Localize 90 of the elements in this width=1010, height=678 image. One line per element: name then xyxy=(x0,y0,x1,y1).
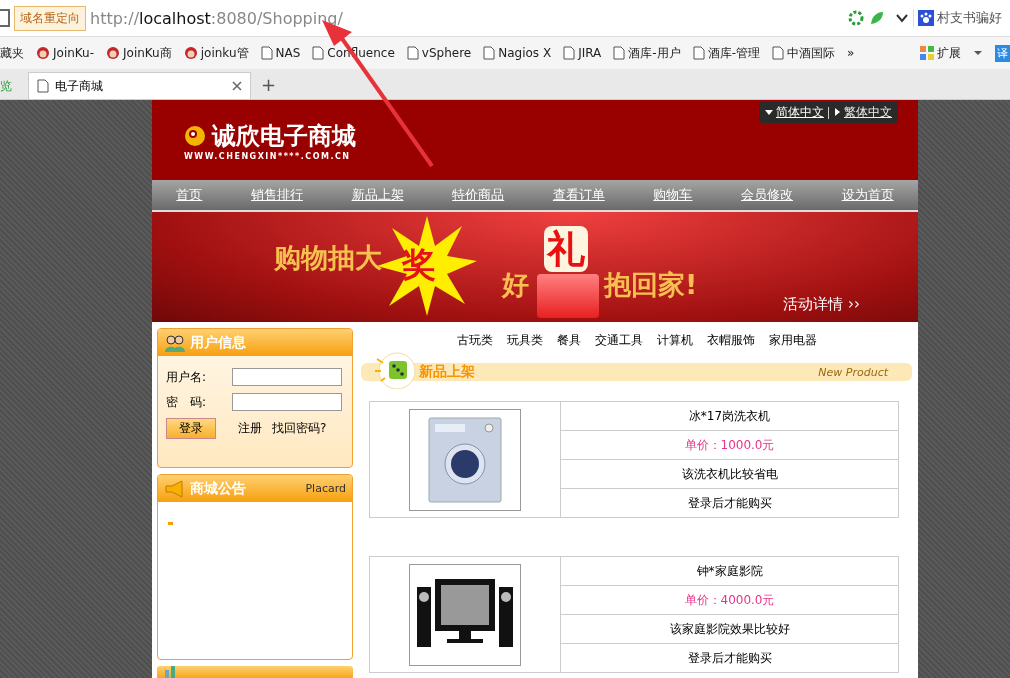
bookmark-item[interactable]: 酒库-管理 xyxy=(692,44,760,62)
bookmark-item[interactable]: Nagios X xyxy=(483,46,552,60)
panel-title: 用户信息 xyxy=(190,333,246,352)
washing-machine-icon xyxy=(427,415,503,504)
extensions-button[interactable]: 扩展 xyxy=(920,44,961,62)
section-subtitle: New Product xyxy=(818,365,888,379)
register-link[interactable]: 注册 xyxy=(238,420,262,437)
category-link[interactable]: 餐具 xyxy=(556,332,581,349)
page-icon xyxy=(406,46,419,60)
paw-icon xyxy=(918,10,934,26)
grid-icon xyxy=(920,46,934,60)
page-icon xyxy=(37,79,49,93)
url-text: http://localhost:8080/Shopping/ xyxy=(90,8,344,28)
nav-link[interactable]: 设为首页 xyxy=(841,186,894,204)
translate-button[interactable]: 译 xyxy=(995,44,1010,62)
nav-link[interactable]: 查看订单 xyxy=(552,186,605,204)
page-icon xyxy=(771,46,784,60)
caret-right-icon xyxy=(833,108,841,116)
page-icon xyxy=(613,46,626,60)
bookmark-item[interactable]: JIRA xyxy=(563,46,602,60)
nav-link[interactable]: 会员修改 xyxy=(741,186,794,204)
details-link[interactable]: 活动详情 ›› xyxy=(783,295,860,314)
product-price: 单价：1000.0元 xyxy=(560,430,899,460)
bullet-icon xyxy=(168,522,173,525)
leaf-icon[interactable] xyxy=(869,10,885,26)
forgot-password-link[interactable]: 找回密码? xyxy=(272,420,327,437)
more-bookmarks[interactable]: » xyxy=(846,46,855,60)
bookmark-item[interactable]: joinku管 xyxy=(183,44,249,62)
language-link[interactable]: 简体中文 xyxy=(765,104,824,121)
site-logo: 诚欣电子商城 xyxy=(212,121,356,152)
bookmark-item[interactable]: 中酒国际 xyxy=(771,44,835,62)
category-link[interactable]: 古玩类 xyxy=(456,332,493,349)
category-link[interactable]: 玩具类 xyxy=(506,332,543,349)
login-button[interactable]: 登录 xyxy=(166,418,216,439)
bookmark-item[interactable]: NAS xyxy=(260,46,301,60)
category-link[interactable]: 衣帽服饰 xyxy=(706,332,755,349)
language-link[interactable]: 繁体中文 xyxy=(833,104,892,121)
product-price: 单价：4000.0元 xyxy=(560,585,899,615)
bookmark-item[interactable]: JoinKu- xyxy=(36,46,95,60)
new-tab-button[interactable]: + xyxy=(255,73,283,95)
panel-title: 商城公告 xyxy=(190,479,246,498)
gift-box xyxy=(537,274,599,318)
bookmark-item[interactable]: vSphere xyxy=(406,46,472,60)
caret-icon[interactable] xyxy=(973,49,983,57)
username-field[interactable] xyxy=(232,368,342,386)
monkey-icon xyxy=(183,46,198,60)
bookmark-item[interactable]: 酒库-用户 xyxy=(613,44,681,62)
redirect-badge: 域名重定向 xyxy=(14,5,86,31)
nav-link[interactable]: 销售排行 xyxy=(250,186,303,204)
purchase-note: 登录后才能购买 xyxy=(560,488,899,518)
banner-text: 好 xyxy=(502,268,529,302)
page-icon xyxy=(692,46,705,60)
browser-tab[interactable]: 电子商城 xyxy=(28,72,251,99)
search-field[interactable]: 村支书骗好 xyxy=(913,9,1010,27)
refresh-icon[interactable] xyxy=(848,10,864,26)
category-link[interactable]: 计算机 xyxy=(656,332,693,349)
product-name: 钟*家庭影院 xyxy=(560,556,899,586)
megaphone-icon xyxy=(164,479,186,498)
field-label: 用户名: xyxy=(166,368,208,386)
page-icon xyxy=(312,46,325,60)
product-image[interactable] xyxy=(409,563,521,666)
address-bar[interactable]: http://localhost:8080/Shopping/ xyxy=(90,3,891,33)
nav-link[interactable]: 首页 xyxy=(176,186,203,204)
product-name: 冰*17岗洗衣机 xyxy=(560,401,899,431)
category-link[interactable]: 交通工具 xyxy=(594,332,643,349)
nav-link[interactable]: 购物车 xyxy=(653,186,693,204)
panel-subtitle: Placard xyxy=(305,482,346,495)
product-image[interactable] xyxy=(409,408,521,511)
site-url: WWW.CHENGXIN****.COM.CN xyxy=(184,152,352,161)
nav-link[interactable]: 特价商品 xyxy=(452,186,505,204)
users-icon xyxy=(164,333,186,352)
banner-gift-word: 礼 xyxy=(544,226,588,272)
category-link[interactable]: 家用电器 xyxy=(768,332,817,349)
field-label: 密 码: xyxy=(166,393,208,411)
product-description: 该家庭影院效果比较好 xyxy=(560,614,899,644)
banner-text: 抱回家! xyxy=(604,268,698,302)
section-title: 新品上架 xyxy=(419,363,475,381)
purchase-note: 登录后才能购买 xyxy=(560,643,899,673)
monkey-icon xyxy=(36,46,50,60)
close-icon[interactable] xyxy=(232,81,242,91)
monkey-icon xyxy=(106,46,121,60)
caret-down-icon xyxy=(765,108,773,116)
product-description: 该洗衣机比较省电 xyxy=(560,459,899,489)
bookmark-item[interactable]: JoinKu商 xyxy=(106,44,172,62)
password-field[interactable] xyxy=(232,393,342,411)
page-icon xyxy=(260,46,273,60)
page-icon xyxy=(563,46,576,60)
page-icon xyxy=(483,46,496,60)
bookmark-item[interactable]: 藏夹 xyxy=(0,44,24,62)
nav-link[interactable]: 新品上架 xyxy=(351,186,404,204)
